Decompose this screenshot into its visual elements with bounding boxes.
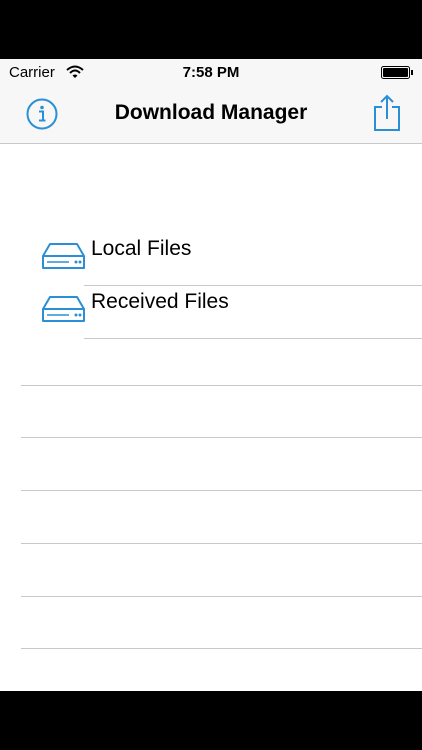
empty-row-separator (21, 648, 422, 649)
page-title: Download Manager (114, 101, 308, 124)
app-screen: Carrier 7:58 PM Download Manager Local F… (0, 59, 422, 691)
list-item-label: Received Files (91, 290, 229, 313)
battery-icon (381, 66, 413, 79)
list-item-received-files[interactable]: Received Files (0, 286, 422, 339)
row-divider (84, 338, 422, 339)
empty-row-separator (21, 596, 422, 597)
hard-drive-icon (42, 243, 85, 269)
share-icon[interactable] (372, 94, 402, 132)
navigation-bar: Download Manager (0, 85, 422, 144)
empty-row-separator (21, 543, 422, 544)
list-item-label: Local Files (91, 237, 192, 260)
status-time: 7:58 PM (182, 64, 240, 81)
hard-drive-icon (42, 296, 85, 322)
empty-row-separator (21, 437, 422, 438)
list-item-local-files[interactable]: Local Files (0, 233, 422, 286)
empty-row-separator (21, 385, 422, 386)
empty-row-separator (21, 490, 422, 491)
status-bar: Carrier 7:58 PM (0, 59, 422, 85)
